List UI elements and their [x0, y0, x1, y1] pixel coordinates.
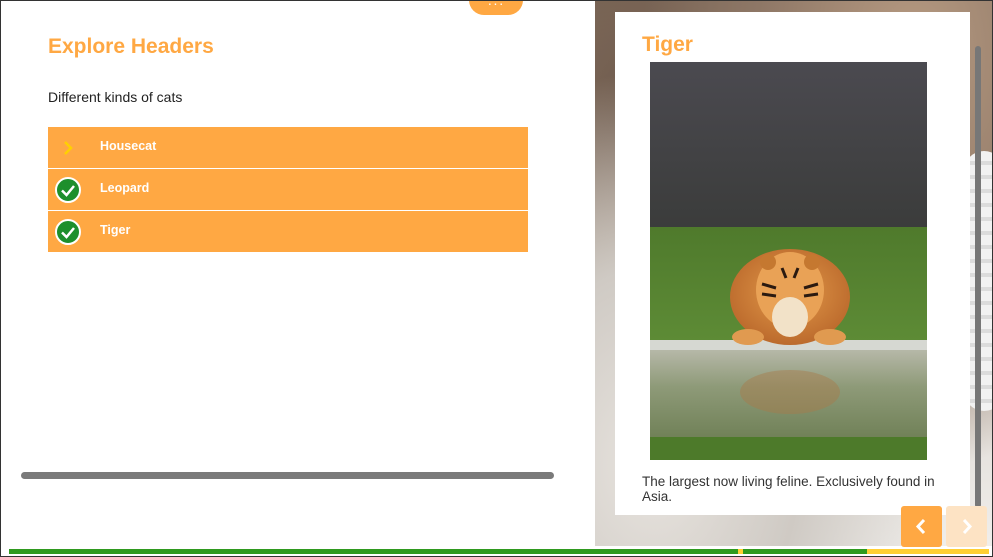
vertical-scrollbar[interactable]	[975, 46, 981, 508]
list-item-label: Housecat	[100, 139, 157, 153]
check-circle-icon	[55, 219, 81, 245]
menu-button[interactable]: ···	[469, 1, 523, 15]
content-panel: ··· Explore Headers Different kinds of c…	[1, 1, 595, 546]
card-title: Tiger	[642, 33, 693, 56]
list-item-leopard[interactable]: Leopard	[48, 169, 528, 210]
chevron-left-icon	[915, 518, 926, 535]
detail-panel: Tiger The largest now living feline. Exc…	[595, 1, 992, 546]
progress-marker	[738, 549, 743, 554]
list-item-tiger[interactable]: Tiger	[48, 211, 528, 252]
chevron-right-icon	[64, 141, 73, 155]
card-description: The largest now living feline. Exclusive…	[642, 474, 935, 504]
horizontal-scrollbar[interactable]	[21, 472, 554, 479]
course-progress-bar	[9, 549, 989, 554]
check-circle-icon	[55, 177, 81, 203]
list-item-housecat[interactable]: Housecat	[48, 127, 528, 168]
detail-card: Tiger The largest now living feline. Exc…	[615, 12, 981, 515]
cat-list: Housecat Leopard Tiger	[48, 127, 528, 253]
list-item-label: Leopard	[100, 181, 150, 195]
page-title: Explore Headers	[48, 35, 214, 58]
page-subtitle: Different kinds of cats	[48, 89, 183, 105]
list-item-label: Tiger	[100, 223, 131, 237]
tiger-image	[650, 62, 927, 460]
chevron-right-icon	[962, 518, 973, 535]
app-frame: ··· Explore Headers Different kinds of c…	[0, 0, 993, 557]
next-button[interactable]	[946, 506, 987, 547]
previous-button[interactable]	[901, 506, 942, 547]
